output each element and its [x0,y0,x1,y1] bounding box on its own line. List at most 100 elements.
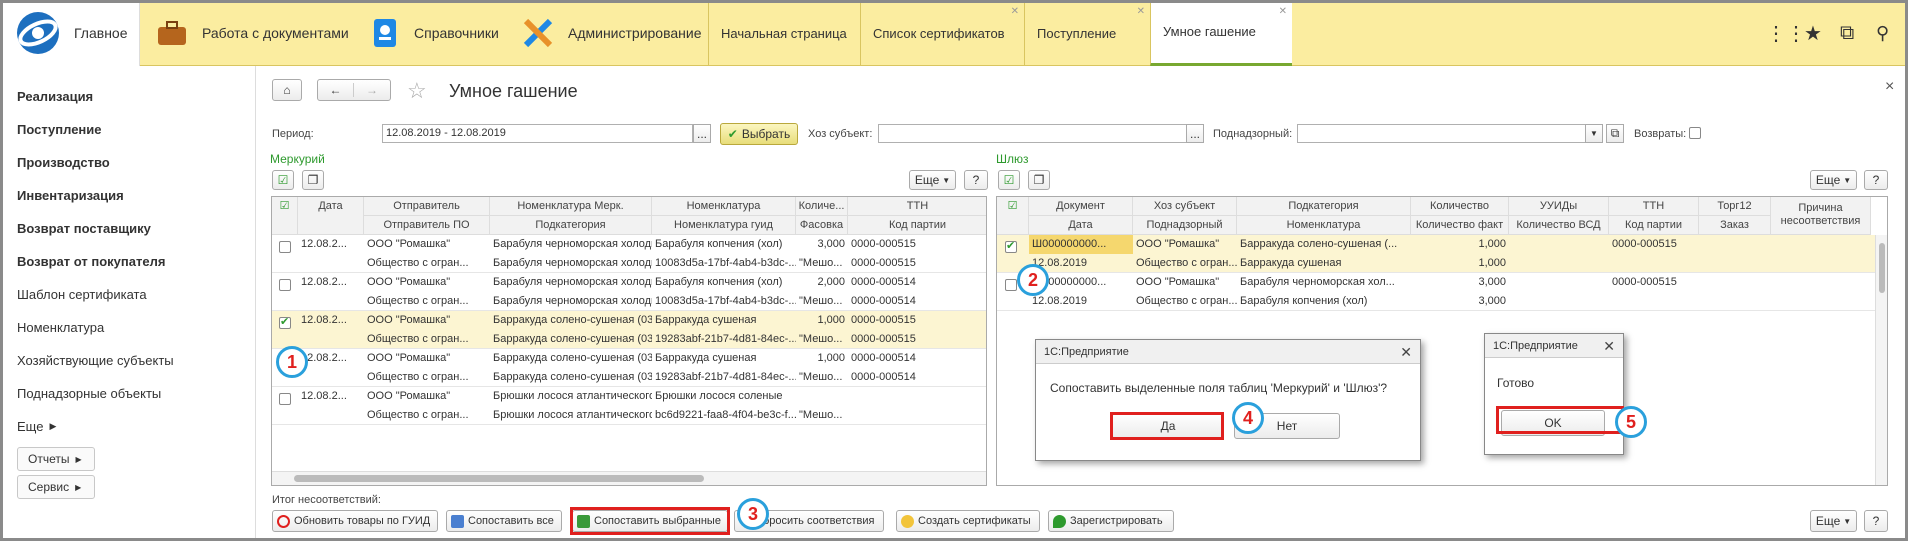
mercury-more-button[interactable]: Еще ▼ [909,170,956,190]
nav-item-certificate-template[interactable]: Шаблон сертификата [0,278,255,311]
table-row[interactable]: ✔ 12.08.2... ООО "Ромашка" Барракуда солено… [272,311,986,349]
table-row[interactable]: ✔ Ш000000000... ООО "Ромашка" Барракуда сол… [997,235,1877,273]
star-outline-icon[interactable]: ☆ [407,78,427,104]
history-icon[interactable]: ⧉ [1840,0,1854,66]
match-all-button[interactable]: Сопоставить все [446,510,562,532]
col-qty[interactable]: Количество [1411,197,1509,216]
row-checkbox[interactable]: ✔ [279,316,291,329]
star-icon[interactable]: ★ [1804,0,1822,66]
nav-item-supervised-objects[interactable]: Поднадзорные объекты [0,377,255,410]
col-supervised[interactable]: Поднадзорный [1133,216,1237,235]
check-all-icon[interactable]: ☑ [272,170,294,190]
supervised-dropdown-button[interactable]: ▼ [1585,124,1603,143]
col-ttn[interactable]: ТТН [1609,197,1699,216]
period-input[interactable]: 12.08.2019 - 12.08.2019 [382,124,693,143]
section-references[interactable]: Справочники [366,0,499,66]
nav-item-production[interactable]: Производство [0,146,255,179]
row-checkbox[interactable] [279,241,291,253]
service-button[interactable]: Сервис ▶ [17,475,95,499]
nav-item-business-entities[interactable]: Хозяйствующие субъекты [0,344,255,377]
nav-item-inventory[interactable]: Инвентаризация [0,179,255,212]
header-check-icon[interactable]: ☑ [997,197,1029,235]
home-button[interactable]: ⌂ [272,79,302,101]
tab-certificates[interactable]: Список сертификатов ✕ [860,0,1024,66]
apps-grid-icon[interactable]: ⋮⋮ [1766,0,1806,66]
nav-item-receipt[interactable]: Поступление [0,113,255,146]
subject-picker-button[interactable]: ... [1186,124,1204,143]
col-torg12[interactable]: Торг12 [1699,197,1771,216]
row-checkbox[interactable] [1005,279,1017,291]
scroll-thumb[interactable] [294,475,704,482]
close-icon[interactable]: ✕ [1400,340,1412,364]
col-qty[interactable]: Количе... [796,197,848,216]
refresh-by-guid-button[interactable]: Обновить товары по ГУИД [272,510,438,532]
col-qty-fact[interactable]: Количество факт [1411,216,1509,235]
h-scrollbar[interactable] [272,471,986,485]
header-check-icon[interactable]: ☑ [272,197,298,235]
table-row[interactable]: 12.08.2... ООО "Ромашка" Барабуля черномор… [272,235,986,273]
close-icon[interactable]: ✕ [1137,6,1145,17]
col-uuids[interactable]: УУИДы [1509,197,1609,216]
col-reason[interactable]: Причина несоответствия [1771,197,1871,235]
section-home[interactable]: Главное [0,0,140,66]
col-sender[interactable]: Отправитель [364,197,490,216]
col-guid[interactable]: Номенклатура гуид [652,216,796,235]
nav-item-sales[interactable]: Реализация [0,80,255,113]
col-nom-merk[interactable]: Номенклатура Мерк. [490,197,652,216]
nav-item-nomenclature[interactable]: Номенклатура [0,311,255,344]
section-documents[interactable]: Работа с документами [154,0,349,66]
footer-more-button[interactable]: Еще ▼ [1810,510,1857,532]
copy-icon[interactable]: ❐ [302,170,324,190]
col-date[interactable]: Дата [1029,216,1133,235]
reports-button[interactable]: Отчеты ▶ [17,447,95,471]
col-batch[interactable]: Код партии [848,216,986,235]
returns-checkbox[interactable] [1689,127,1701,139]
back-arrow-icon[interactable]: ← [318,83,354,97]
table-row[interactable]: 12.08.2... ООО "Ромашка" Брюшки лосося атл… [272,387,986,425]
subject-input[interactable] [878,124,1204,143]
col-qty-vsd[interactable]: Количество ВСД [1509,216,1609,235]
supervised-input[interactable] [1297,124,1603,143]
col-subject[interactable]: Хоз субъект [1133,197,1237,216]
col-date[interactable]: Дата [298,197,364,235]
search-icon[interactable]: ⚲ [1876,0,1889,66]
period-picker-button[interactable]: ... [693,124,711,143]
close-icon[interactable]: ✕ [1603,334,1615,358]
close-icon[interactable]: ✕ [1011,6,1019,17]
tab-receipt[interactable]: Поступление ✕ [1024,0,1150,66]
scroll-thumb[interactable] [1879,243,1885,293]
col-subcat[interactable]: Подкатегория [490,216,652,235]
table-row[interactable]: Ш000000000... ООО "Ромашка" Барабуля черно… [997,273,1877,311]
col-nom[interactable]: Номенклатура [652,197,796,216]
table-row[interactable]: 12.08.2... ООО "Ромашка" Барабуля черномор… [272,273,986,311]
register-button[interactable]: Зарегистрировать [1048,510,1174,532]
nav-item-more[interactable]: Еще ▶ [0,410,255,443]
open-icon[interactable]: ⧉ [1606,124,1624,143]
nav-item-return-to-supplier[interactable]: Возврат поставщику [0,212,255,245]
col-order[interactable]: Заказ [1699,216,1771,235]
row-checkbox[interactable]: ✔ [1005,240,1017,253]
nav-item-return-from-buyer[interactable]: Возврат от покупателя [0,245,255,278]
check-all-icon[interactable]: ☑ [998,170,1020,190]
copy-icon[interactable]: ❐ [1028,170,1050,190]
mercury-help-button[interactable]: ? [964,170,988,190]
tab-smart-redemption[interactable]: Умное гашение ✕ [1150,0,1292,66]
col-subcat[interactable]: Подкатегория [1237,197,1411,216]
col-doc[interactable]: Документ [1029,197,1133,216]
gateway-help-button[interactable]: ? [1864,170,1888,190]
close-icon[interactable]: ✕ [1279,6,1287,17]
footer-help-button[interactable]: ? [1864,510,1888,532]
col-pack[interactable]: Фасовка [796,216,848,235]
choose-button[interactable]: ✔ Выбрать [720,123,798,145]
table-row[interactable]: 12.08.2... ООО "Ромашка" Барракуда солено-… [272,349,986,387]
close-form-icon[interactable]: × [1885,78,1894,96]
v-scrollbar[interactable] [1875,235,1887,485]
create-certificates-button[interactable]: Создать сертификаты [896,510,1040,532]
col-sender-po[interactable]: Отправитель ПО [364,216,490,235]
col-batch[interactable]: Код партии [1609,216,1699,235]
section-admin[interactable]: Администрирование [520,0,702,66]
tab-home-page[interactable]: Начальная страница [708,0,860,66]
forward-arrow-icon[interactable]: → [354,83,390,97]
gateway-more-button[interactable]: Еще ▼ [1810,170,1857,190]
row-checkbox[interactable] [279,279,291,291]
